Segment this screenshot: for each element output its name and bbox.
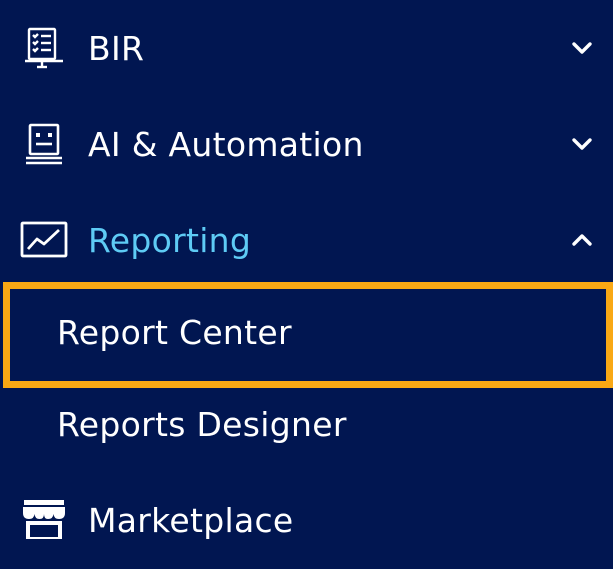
tax-form-icon [20,24,68,72]
chevron-down-icon[interactable] [569,131,595,157]
storefront-icon [20,496,68,544]
nav-item-ai-automation[interactable]: AI & Automation [0,116,613,172]
submenu-item-label: Reports Designer [57,404,347,444]
nav-item-marketplace[interactable]: Marketplace [0,492,613,548]
nav-item-reporting[interactable]: Reporting [0,212,613,268]
submenu-item-label: Report Center [57,312,292,352]
nav-item-bir[interactable]: BIR [0,20,613,76]
chevron-down-icon[interactable] [569,35,595,61]
submenu-item-reports-designer[interactable]: Reports Designer [0,394,613,454]
submenu-item-report-center[interactable]: Report Center [0,302,613,362]
line-chart-icon [20,216,68,264]
nav-item-label: BIR [88,28,145,68]
sidebar-nav: BIR AI & Automation Reporting Report Cen… [0,0,613,569]
nav-item-label: Marketplace [88,500,294,540]
chevron-up-icon[interactable] [569,227,595,253]
nav-item-label: AI & Automation [88,124,364,164]
robot-icon [20,120,68,168]
nav-item-label: Reporting [88,220,252,260]
